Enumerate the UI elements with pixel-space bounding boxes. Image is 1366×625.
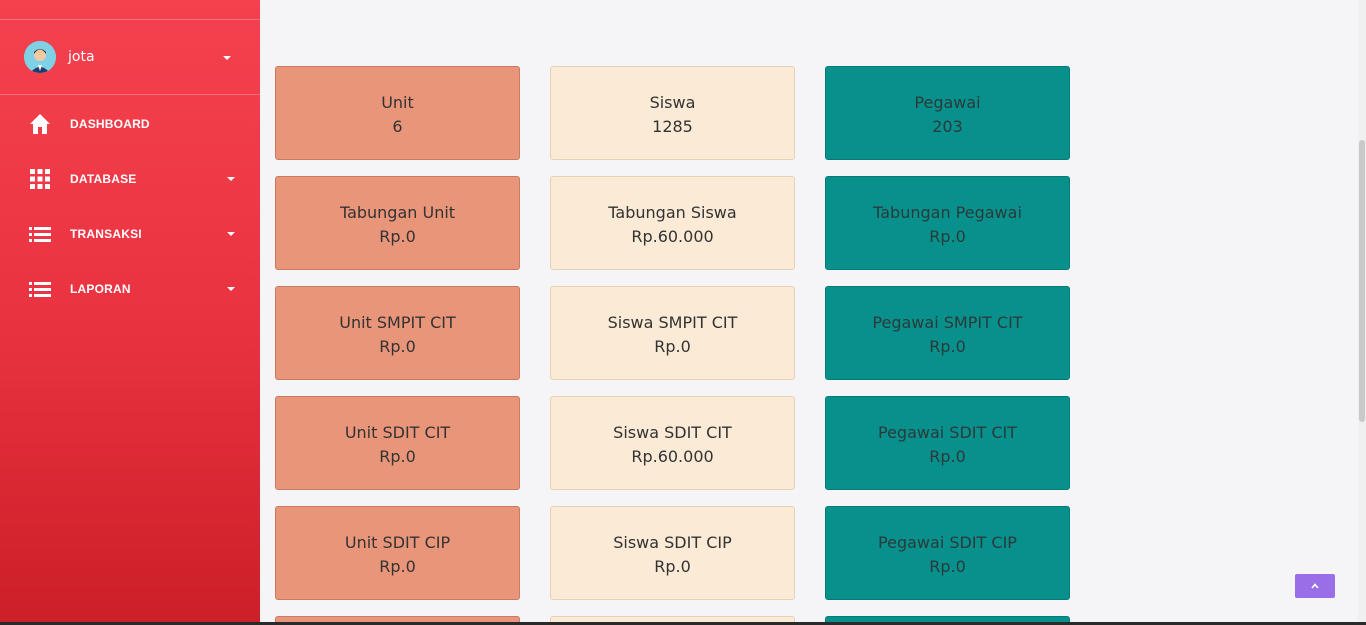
sidebar-item-label: LAPORAN (70, 282, 131, 296)
card-value: Rp.0 (379, 557, 416, 576)
card-label: Unit SDIT CIP (344, 533, 451, 552)
card-value: Rp.0 (929, 557, 966, 576)
card-label: Siswa SMPIT CIT (607, 313, 738, 332)
grid-icon (30, 169, 50, 189)
card-value: Rp.60.000 (631, 447, 714, 466)
sidebar-item-label: TRANSAKSI (70, 227, 142, 241)
unit-card[interactable]: Unit 6 (275, 66, 520, 160)
sidebar-item-transaksi[interactable]: TRANSAKSI (0, 214, 260, 254)
sidebar-item-label: DASHBOARD (70, 117, 150, 131)
home-icon (30, 114, 50, 134)
list-icon (29, 282, 51, 297)
card-value: 6 (392, 117, 403, 136)
card-label: Siswa SDIT CIT (613, 423, 732, 442)
list-icon (29, 227, 51, 242)
card-value: Rp.0 (379, 227, 416, 246)
sidebar: jota DASHBOARD DATABASE TRANSAKSI LAPORA… (0, 0, 260, 625)
chevron-down-icon (227, 287, 235, 291)
chevron-down-icon (227, 177, 235, 181)
card-label: Pegawai SDIT CIT (877, 423, 1018, 442)
card-label: Unit (381, 93, 414, 112)
pegawai-smpit-cit-card[interactable]: Pegawai SMPIT CIT Rp.0 (825, 286, 1070, 380)
siswa-card[interactable]: Siswa 1285 (550, 66, 795, 160)
card-label: Siswa SDIT CIP (613, 533, 732, 552)
card-value: Rp.0 (929, 337, 966, 356)
pegawai-card[interactable]: Pegawai 203 (825, 66, 1070, 160)
card-label: Pegawai SMPIT CIT (872, 313, 1023, 332)
back-to-top-button[interactable] (1295, 574, 1335, 598)
card-value: Rp.0 (929, 447, 966, 466)
avatar (24, 41, 56, 73)
user-menu[interactable]: jota (0, 20, 260, 95)
card-label: Tabungan Siswa (608, 203, 737, 222)
card-value: 203 (932, 117, 963, 136)
card-value: Rp.0 (929, 227, 966, 246)
sidebar-item-laporan[interactable]: LAPORAN (0, 269, 260, 309)
siswa-sdit-cip-card[interactable]: Siswa SDIT CIP Rp.0 (550, 506, 795, 600)
chevron-down-icon (227, 232, 235, 236)
card-value: Rp.0 (379, 337, 416, 356)
pegawai-sdit-cip-card[interactable]: Pegawai SDIT CIP Rp.0 (825, 506, 1070, 600)
card-label: Siswa (649, 93, 696, 112)
scrollbar-thumb[interactable] (1359, 140, 1365, 422)
pegawai-sdit-cit-card[interactable]: Pegawai SDIT CIT Rp.0 (825, 396, 1070, 490)
card-value: 1285 (652, 117, 693, 136)
siswa-smpit-cit-card[interactable]: Siswa SMPIT CIT Rp.0 (550, 286, 795, 380)
card-label: Tabungan Pegawai (873, 203, 1022, 222)
chevron-up-icon (1311, 583, 1319, 589)
sidebar-item-dashboard[interactable]: DASHBOARD (0, 104, 260, 144)
card-value: Rp.60.000 (631, 227, 714, 246)
sidebar-item-database[interactable]: DATABASE (0, 159, 260, 199)
tabungan-siswa-card[interactable]: Tabungan Siswa Rp.60.000 (550, 176, 795, 270)
card-label: Unit SDIT CIT (344, 423, 451, 442)
unit-sdit-cit-card[interactable]: Unit SDIT CIT Rp.0 (275, 396, 520, 490)
unit-sdit-cip-card[interactable]: Unit SDIT CIP Rp.0 (275, 506, 520, 600)
card-label: Pegawai SDIT CIP (878, 533, 1017, 552)
sidebar-item-label: DATABASE (70, 172, 137, 186)
card-label: Pegawai (914, 93, 981, 112)
card-value: Rp.0 (654, 337, 691, 356)
card-value: Rp.0 (654, 557, 691, 576)
chevron-down-icon[interactable] (223, 56, 231, 60)
siswa-sdit-cit-card[interactable]: Siswa SDIT CIT Rp.60.000 (550, 396, 795, 490)
tabungan-unit-card[interactable]: Tabungan Unit Rp.0 (275, 176, 520, 270)
card-label: Unit SMPIT CIT (339, 313, 456, 332)
unit-smpit-cit-card[interactable]: Unit SMPIT CIT Rp.0 (275, 286, 520, 380)
card-label: Tabungan Unit (339, 203, 456, 222)
user-name: jota (68, 49, 95, 65)
card-value: Rp.0 (379, 447, 416, 466)
tabungan-pegawai-card[interactable]: Tabungan Pegawai Rp.0 (825, 176, 1070, 270)
